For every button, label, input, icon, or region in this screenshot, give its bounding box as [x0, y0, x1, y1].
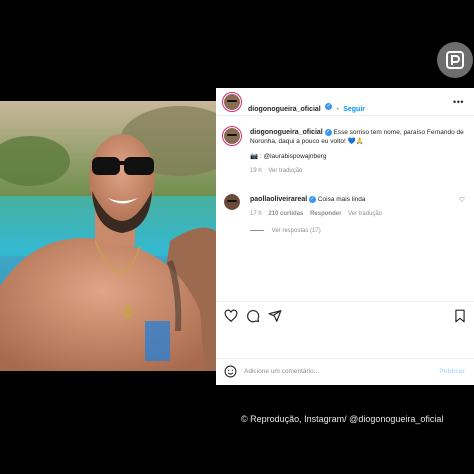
verified-badge-icon: ✓: [309, 195, 317, 203]
share-icon[interactable]: [268, 309, 282, 323]
comment-input[interactable]: Adicione um comentário...: [244, 368, 319, 375]
comment-username[interactable]: paollaoliveirareal: [250, 196, 307, 203]
more-options-icon[interactable]: •••: [453, 97, 464, 107]
watermark-logo: [437, 42, 473, 78]
comment-time: 17 h: [250, 211, 262, 217]
verified-badge-icon: ✓: [324, 128, 332, 136]
bookmark-icon[interactable]: [454, 309, 466, 323]
commenter-avatar[interactable]: [224, 194, 240, 210]
emoji-icon[interactable]: [224, 365, 237, 378]
caption-emojis: 💙🙏: [347, 138, 364, 145]
comment-translate-link[interactable]: Ver tradução: [348, 211, 382, 217]
comment-text: Coisa mais linda: [317, 196, 366, 203]
verified-badge-icon: ✓: [325, 103, 333, 111]
add-comment-bar: Adicione um comentário... Publicar: [216, 359, 474, 385]
caption-translate-link[interactable]: Ver tradução: [268, 168, 302, 174]
caption-username[interactable]: diogonogueira_oficial: [250, 129, 323, 136]
caption: diogonogueira_oficial ✓ Esse sorriso tem…: [250, 128, 465, 176]
p-logo-icon: [446, 51, 464, 69]
caption-time: 19 h: [250, 168, 262, 174]
actions-divider: [216, 301, 474, 302]
post-photo: [0, 101, 216, 371]
publish-button[interactable]: Publicar: [439, 368, 465, 375]
caption-avatar[interactable]: [222, 126, 242, 146]
photo-credit-tag[interactable]: 📷 : @laurabispowajnberg: [250, 152, 465, 161]
follow-button[interactable]: Seguir: [343, 106, 365, 113]
comment: paollaoliveirareal ✓ Coisa mais linda 17…: [250, 195, 465, 236]
heart-icon[interactable]: [224, 309, 238, 323]
image-credit: © Reprodução, Instagram/ @diogonogueira_…: [241, 414, 444, 424]
comment-like-icon[interactable]: ♡: [459, 196, 465, 204]
follow-separator: •: [336, 107, 339, 113]
view-replies-link[interactable]: Ver respostas (17): [272, 228, 321, 234]
post-panel: diogonogueira_oficial ✓ • Seguir ••• dio…: [216, 88, 474, 385]
comment-icon[interactable]: [246, 309, 260, 323]
post-header: diogonogueira_oficial ✓ • Seguir •••: [216, 88, 474, 116]
post-actions: [224, 309, 282, 323]
comment-likes[interactable]: 210 curtidas: [268, 211, 303, 217]
save-button[interactable]: [454, 309, 466, 328]
header-username[interactable]: diogonogueira_oficial: [248, 106, 321, 113]
comment-reply-button[interactable]: Responder: [310, 211, 341, 217]
author-avatar[interactable]: [222, 92, 242, 112]
